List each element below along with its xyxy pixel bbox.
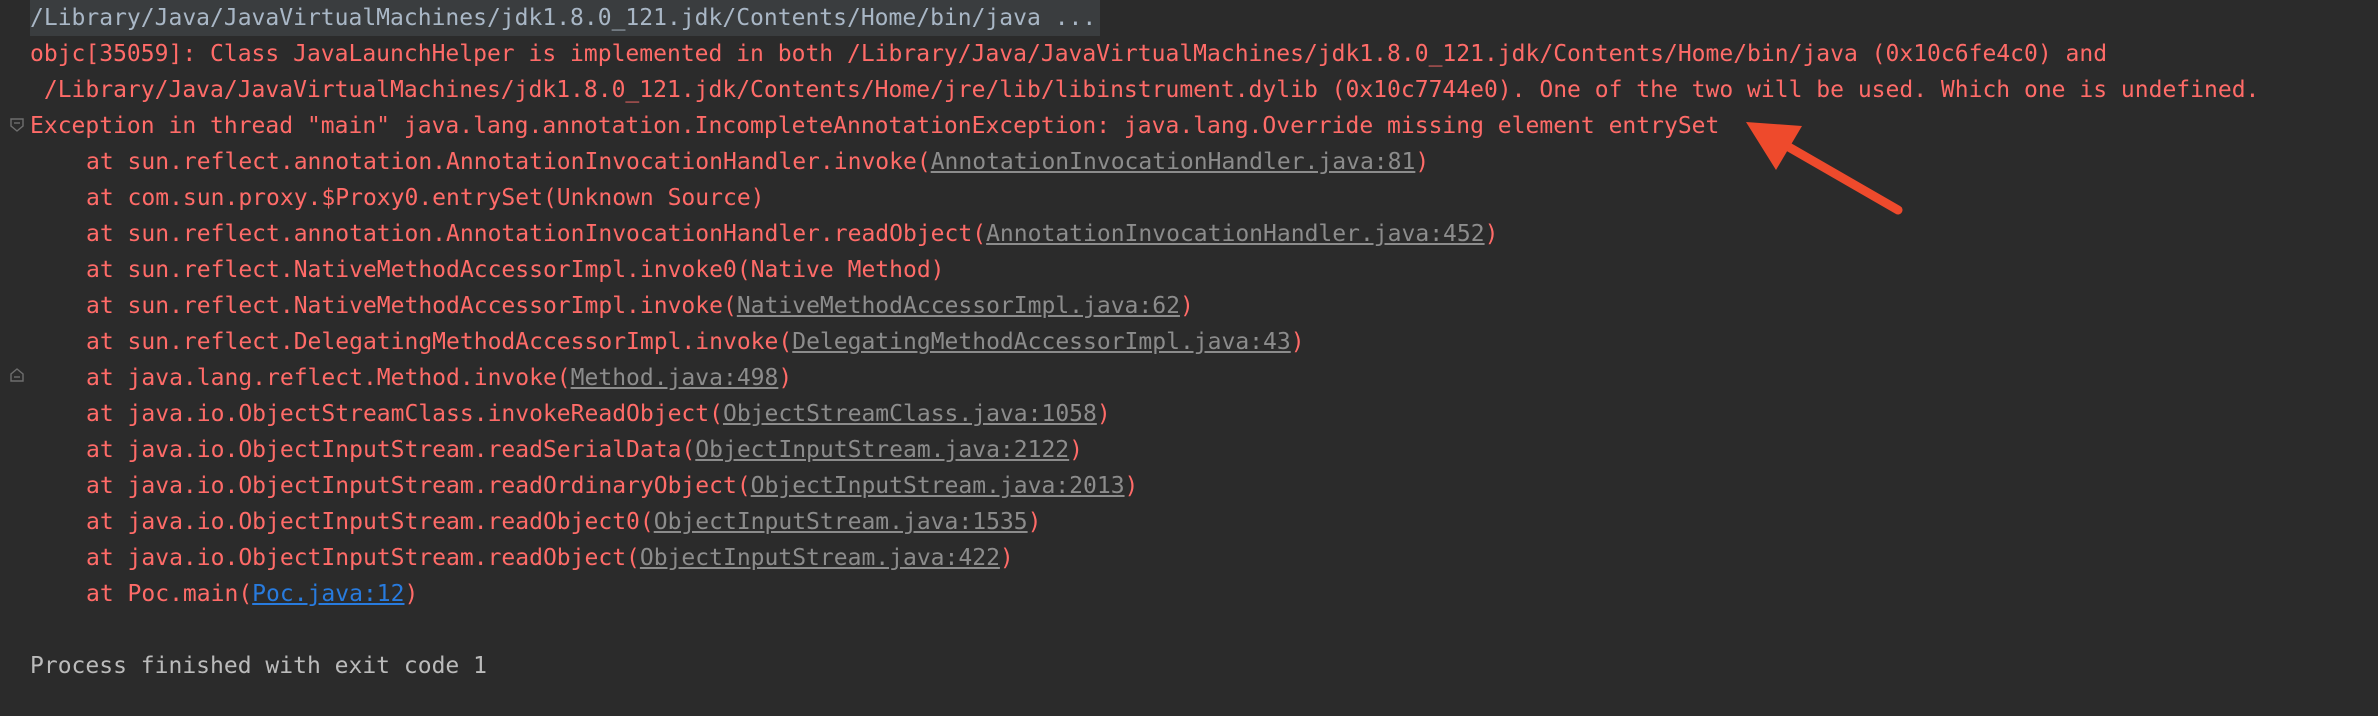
stack-frame: at java.io.ObjectInputStream.readSerialD… — [30, 432, 1083, 468]
stack-frame-text: at com.sun.proxy.$Proxy0.entrySet(Unknow… — [86, 185, 765, 211]
stack-frame-close: ) — [404, 581, 419, 607]
stack-frame-link[interactable]: ObjectStreamClass.java:1058 — [723, 401, 1097, 427]
stack-frame: at sun.reflect.DelegatingMethodAccessorI… — [30, 324, 1305, 360]
stack-frame-text: at sun.reflect.annotation.AnnotationInvo… — [86, 221, 987, 247]
stack-frame-close: ) — [778, 365, 793, 391]
warning-line-1: objc[35059]: Class JavaLaunchHelper is i… — [30, 41, 2108, 67]
stack-frame-text: at java.io.ObjectInputStream.readObject( — [86, 545, 640, 571]
stack-frame-link[interactable]: Method.java:498 — [571, 365, 779, 391]
fold-open-icon[interactable] — [10, 118, 24, 132]
stack-frame: at Poc.main(Poc.java:12) — [30, 576, 418, 612]
stack-frame-link[interactable]: NativeMethodAccessorImpl.java:62 — [737, 293, 1180, 319]
exit-message: Process finished with exit code 1 — [30, 653, 487, 679]
stack-frame-text: at Poc.main( — [86, 581, 253, 607]
stack-frame-link[interactable]: DelegatingMethodAccessorImpl.java:43 — [792, 329, 1291, 355]
stack-frame-text: at java.io.ObjectInputStream.readSerialD… — [86, 437, 696, 463]
fold-close-icon[interactable] — [10, 368, 24, 382]
stack-frame-close: ) — [1484, 221, 1499, 247]
stack-frame: at sun.reflect.annotation.AnnotationInvo… — [30, 144, 1429, 180]
stack-frame: at com.sun.proxy.$Proxy0.entrySet(Unknow… — [30, 180, 765, 216]
stack-frame-text: at java.io.ObjectInputStream.readObject0… — [86, 509, 654, 535]
stack-frame-link[interactable]: ObjectInputStream.java:2122 — [695, 437, 1069, 463]
stack-frame: at java.io.ObjectInputStream.readObject(… — [30, 540, 1014, 576]
run-console: /Library/Java/JavaVirtualMachines/jdk1.8… — [0, 0, 2378, 716]
stack-frame-link[interactable]: ObjectInputStream.java:2013 — [751, 473, 1125, 499]
stack-frame-text: at java.io.ObjectInputStream.readOrdinar… — [86, 473, 751, 499]
stack-frame-close: ) — [1069, 437, 1084, 463]
warning-line-2: /Library/Java/JavaVirtualMachines/jdk1.8… — [30, 77, 2260, 103]
stack-frame-close: ) — [999, 545, 1014, 571]
stack-frame-close: ) — [1179, 293, 1194, 319]
stack-frame-close: ) — [1290, 329, 1305, 355]
stack-frame-text: at sun.reflect.annotation.AnnotationInvo… — [86, 149, 931, 175]
stack-frame-close: ) — [1096, 401, 1111, 427]
stack-frame: at java.lang.reflect.Method.invoke(Metho… — [30, 360, 792, 396]
stack-frame: at java.io.ObjectInputStream.readOrdinar… — [30, 468, 1138, 504]
stack-frame: at sun.reflect.NativeMethodAccessorImpl.… — [30, 288, 1194, 324]
stack-frame: at sun.reflect.annotation.AnnotationInvo… — [30, 216, 1498, 252]
stack-frame-close: ) — [1027, 509, 1042, 535]
red-arrow-icon — [1740, 118, 1910, 218]
stack-frame-text: at sun.reflect.NativeMethodAccessorImpl.… — [86, 293, 737, 319]
stack-frame-link-user[interactable]: Poc.java:12 — [252, 581, 404, 607]
command-line: /Library/Java/JavaVirtualMachines/jdk1.8… — [30, 0, 1101, 36]
stack-frame-link[interactable]: AnnotationInvocationHandler.java:81 — [931, 149, 1416, 175]
stack-frame-link[interactable]: AnnotationInvocationHandler.java:452 — [986, 221, 1485, 247]
stack-frame: at java.io.ObjectStreamClass.invokeReadO… — [30, 396, 1111, 432]
stack-frame-link[interactable]: ObjectInputStream.java:1535 — [654, 509, 1028, 535]
stack-frame: at sun.reflect.NativeMethodAccessorImpl.… — [30, 252, 945, 288]
console-gutter — [0, 0, 28, 716]
stack-frame-text: at sun.reflect.DelegatingMethodAccessorI… — [86, 329, 793, 355]
stack-frame: at java.io.ObjectInputStream.readObject0… — [30, 504, 1041, 540]
stack-frame-text: at java.io.ObjectStreamClass.invokeReadO… — [86, 401, 723, 427]
stack-frame-text: at sun.reflect.NativeMethodAccessorImpl.… — [86, 257, 945, 283]
stack-frame-text: at java.lang.reflect.Method.invoke( — [86, 365, 571, 391]
exception-line: Exception in thread "main" java.lang.ann… — [30, 113, 1720, 139]
stack-frame-link[interactable]: ObjectInputStream.java:422 — [640, 545, 1000, 571]
stack-frame-close: ) — [1124, 473, 1139, 499]
stack-frame-close: ) — [1415, 149, 1430, 175]
